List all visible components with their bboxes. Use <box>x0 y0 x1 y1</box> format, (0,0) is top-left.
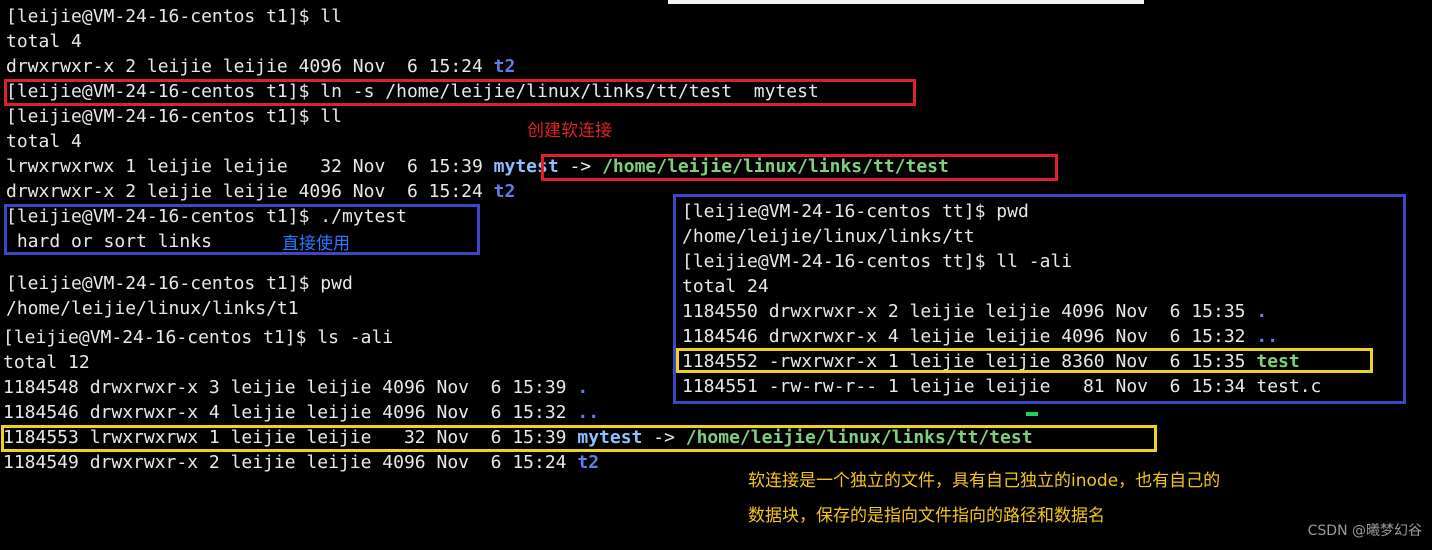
terminal-line: [leijie@VM-24-16-centos t1]$ ls -ali <box>3 327 394 348</box>
directory-name: t2 <box>577 452 600 473</box>
highlight-box-ln-command <box>4 79 916 106</box>
terminal-line: 1184548 drwxrwxr-x 3 leijie leijie 4096 … <box>3 376 588 400</box>
listing-prefix: 1184548 drwxrwxr-x 3 leijie leijie 4096 … <box>3 377 578 398</box>
highlight-box-run <box>4 204 480 255</box>
directory-name: .. <box>577 402 600 423</box>
terminal-line: drwxrwxr-x 2 leijie leijie 4096 Nov 6 15… <box>6 180 515 204</box>
directory-name: t2 <box>493 56 516 77</box>
highlight-box-symlink <box>541 154 1058 181</box>
cursor-block <box>1026 412 1038 416</box>
listing-prefix: lrwxrwxrwx 1 leijie leijie 32 Nov 6 15:3… <box>6 156 494 177</box>
listing-prefix: drwxrwxr-x 2 leijie leijie 4096 Nov 6 15… <box>6 56 494 77</box>
directory-name: t2 <box>493 181 516 202</box>
annotation-explanation-2: 数据块，保存的是指向文件指向的路径和数据名 <box>748 506 1105 526</box>
listing-prefix: 1184546 drwxrwxr-x 4 leijie leijie 4096 … <box>3 402 578 423</box>
highlight-box-mytest-inode <box>1 425 1157 452</box>
listing-prefix: drwxrwxr-x 2 leijie leijie 4096 Nov 6 15… <box>6 181 494 202</box>
annotation-explanation-1: 软连接是一个独立的文件，具有自己独立的inode，也有自己的 <box>748 471 1221 491</box>
watermark: CSDN @曦梦幻谷 <box>1307 523 1422 539</box>
top-light-bar <box>668 0 1144 4</box>
terminal-line: drwxrwxr-x 2 leijie leijie 4096 Nov 6 15… <box>6 55 515 79</box>
terminal-line: [leijie@VM-24-16-centos t1]$ ll <box>6 106 342 127</box>
terminal-line: total 12 <box>3 352 90 373</box>
terminal-line: /home/leijie/linux/links/t1 <box>6 298 299 319</box>
terminal-line: total 4 <box>6 131 82 152</box>
listing-prefix: 1184549 drwxrwxr-x 2 leijie leijie 4096 … <box>3 452 578 473</box>
terminal-line: 1184546 drwxrwxr-x 4 leijie leijie 4096 … <box>3 401 599 425</box>
directory-name: . <box>577 377 589 398</box>
terminal-line: [leijie@VM-24-16-centos t1]$ ll <box>6 6 342 27</box>
terminal-line: total 4 <box>6 31 82 52</box>
annotation-direct-use: 直接使用 <box>282 234 350 254</box>
annotation-create-softlink: 创建软连接 <box>527 121 612 141</box>
terminal-line: [leijie@VM-24-16-centos t1]$ pwd <box>6 273 353 294</box>
highlight-box-test-inode <box>676 348 1373 373</box>
terminal-line: 1184549 drwxrwxr-x 2 leijie leijie 4096 … <box>3 451 599 475</box>
